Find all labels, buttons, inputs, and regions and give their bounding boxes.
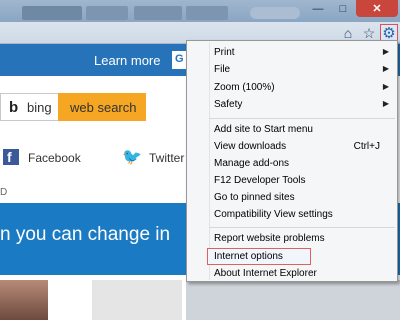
- promo-text: n you can change in: [0, 224, 171, 245]
- menu-item-label: View downloads: [214, 141, 287, 152]
- twitter-icon[interactable]: 🐦: [122, 147, 142, 167]
- menu-item-manage-addons[interactable]: Manage add-ons: [188, 155, 396, 172]
- section-heading-fragment: D: [0, 187, 8, 198]
- menu-item-file[interactable]: File ▶: [188, 61, 396, 78]
- thumbnail-image[interactable]: [92, 280, 182, 320]
- menu-item-label: Report website problems: [214, 233, 325, 244]
- menu-item-label: Internet options: [214, 251, 283, 262]
- menu-item-label: Print: [214, 47, 235, 58]
- menu-item-label: F12 Developer Tools: [214, 175, 306, 186]
- menu-item-label: Go to pinned sites: [214, 192, 295, 203]
- menu-separator: [209, 118, 395, 119]
- bing-logo-icon: b: [9, 99, 19, 116]
- bing-search-box[interactable]: b bing: [0, 93, 58, 121]
- learn-more-link[interactable]: Learn more: [94, 53, 160, 68]
- menu-item-internet-options[interactable]: Internet options: [207, 248, 311, 265]
- menu-item-compat-view[interactable]: Compatibility View settings: [188, 206, 396, 223]
- thumbnail-image[interactable]: [0, 280, 48, 320]
- blurred-tab[interactable]: [86, 6, 128, 20]
- menu-item-safety[interactable]: Safety ▶: [188, 96, 396, 113]
- web-search-button[interactable]: web search: [58, 93, 146, 121]
- tools-menu: Print ▶ File ▶ Zoom (100%) ▶ Safety ▶ Ad…: [186, 40, 398, 282]
- submenu-arrow-icon: ▶: [382, 64, 389, 73]
- menu-item-report-problems[interactable]: Report website problems: [188, 230, 396, 247]
- blurred-tab[interactable]: [22, 6, 82, 20]
- blurred-tab[interactable]: [134, 6, 182, 20]
- menu-item-zoom[interactable]: Zoom (100%) ▶: [188, 79, 396, 96]
- menu-item-about-ie[interactable]: About Internet Explorer: [188, 265, 396, 282]
- maximize-button[interactable]: □: [331, 0, 355, 17]
- title-bar: — □ ✕: [0, 0, 400, 22]
- menu-item-pinned-sites[interactable]: Go to pinned sites: [188, 189, 396, 206]
- menu-item-label: Add site to Start menu: [214, 124, 313, 135]
- blurred-tab[interactable]: [186, 6, 228, 20]
- thumbnail-image[interactable]: [186, 280, 400, 320]
- bing-label: bing: [27, 100, 52, 115]
- menu-item-label: Safety: [214, 99, 243, 110]
- submenu-arrow-icon: ▶: [382, 99, 389, 108]
- menu-item-print[interactable]: Print ▶: [188, 44, 396, 61]
- menu-item-view-downloads[interactable]: View downloads Ctrl+J: [188, 138, 396, 155]
- submenu-arrow-icon: ▶: [382, 47, 389, 56]
- menu-item-label: Manage add-ons: [214, 158, 290, 169]
- banner-button[interactable]: G: [172, 51, 186, 69]
- menu-item-label: About Internet Explorer: [214, 268, 317, 279]
- menu-shortcut: Ctrl+J: [353, 141, 380, 152]
- twitter-link[interactable]: Twitter: [149, 151, 184, 165]
- close-button[interactable]: ✕: [356, 0, 398, 17]
- submenu-arrow-icon: ▶: [382, 82, 389, 91]
- menu-item-label: Compatibility View settings: [214, 209, 333, 220]
- facebook-link[interactable]: Facebook: [28, 151, 81, 165]
- minimize-button[interactable]: —: [306, 0, 330, 17]
- facebook-icon[interactable]: f: [3, 149, 19, 165]
- blurred-tab[interactable]: [250, 7, 300, 19]
- menu-item-add-site[interactable]: Add site to Start menu: [188, 121, 396, 138]
- menu-separator: [209, 227, 395, 228]
- menu-item-label: Zoom (100%): [214, 82, 275, 93]
- menu-item-f12-tools[interactable]: F12 Developer Tools: [188, 172, 396, 189]
- menu-item-label: File: [214, 64, 231, 75]
